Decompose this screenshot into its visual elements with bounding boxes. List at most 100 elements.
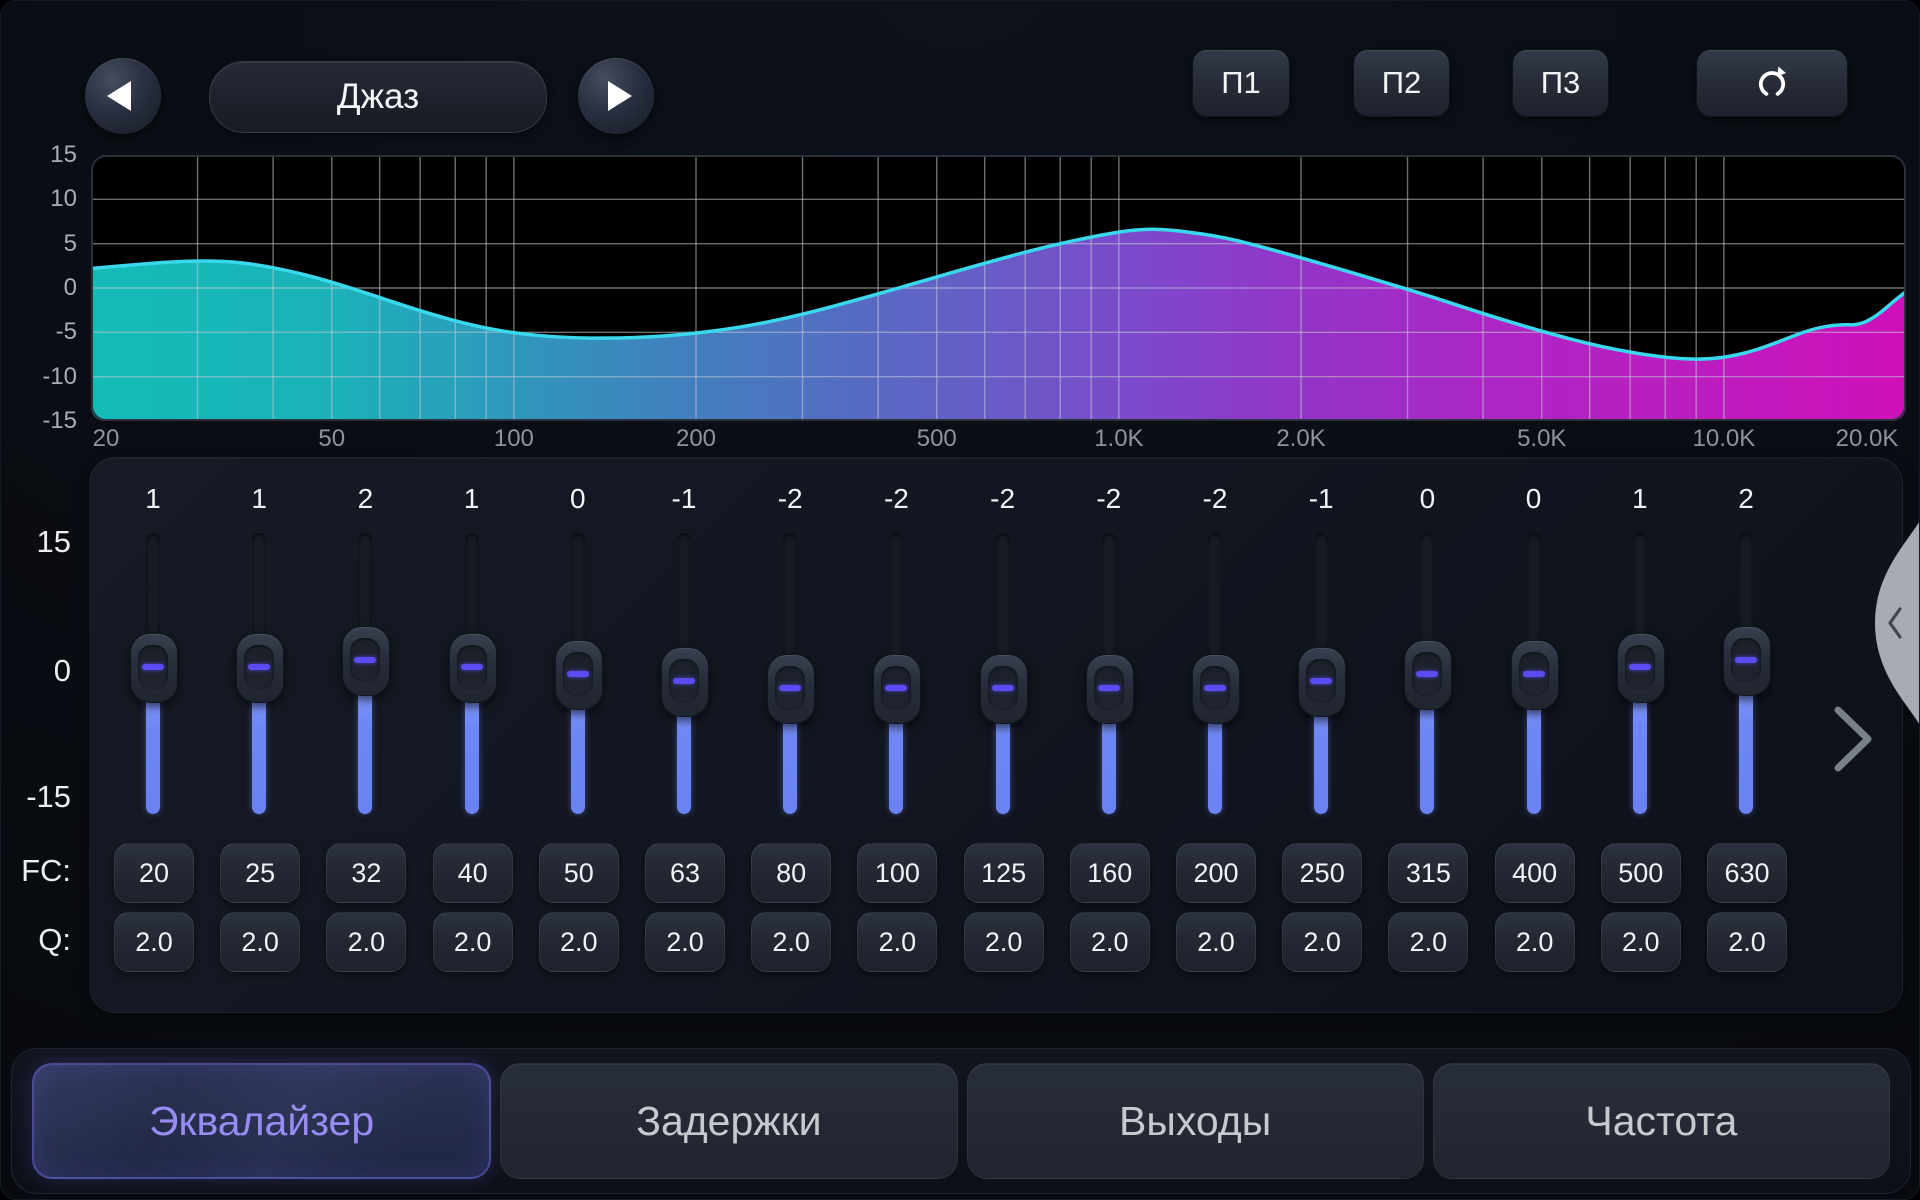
preset-name-button[interactable]: Джаз xyxy=(209,61,547,133)
band-gain-value: 1 xyxy=(111,483,195,515)
band-slider-thumb[interactable] xyxy=(767,654,815,724)
tab-equalizer[interactable]: Эквалайзер xyxy=(32,1063,491,1179)
memory-preset-2-button[interactable]: П2 xyxy=(1353,49,1450,117)
band-q-button[interactable]: 2.0 xyxy=(1282,912,1362,972)
preset-prev-button[interactable] xyxy=(85,58,161,134)
band-slider-thumb-dash-icon xyxy=(354,657,376,663)
band-fc-button[interactable]: 125 xyxy=(964,843,1044,903)
gain-scale-zero-label: 0 xyxy=(1,653,71,689)
band-slider-thumb[interactable] xyxy=(236,633,284,703)
x-axis-tick-label: 20.0K xyxy=(1812,425,1920,453)
band-q-button[interactable]: 2.0 xyxy=(326,912,406,972)
band-slider-thumb[interactable] xyxy=(1404,640,1452,710)
band-slider-thumb[interactable] xyxy=(1617,633,1665,703)
band-q-button[interactable]: 2.0 xyxy=(751,912,831,972)
tab-frequency[interactable]: Частота xyxy=(1433,1063,1890,1179)
band-slider-thumb-dash-icon xyxy=(992,685,1014,691)
y-axis-tick-label: 0 xyxy=(9,274,77,302)
band-gain-value: 0 xyxy=(536,483,620,515)
band-fc-button[interactable]: 20 xyxy=(114,843,194,903)
band-slider-thumb[interactable] xyxy=(449,633,497,703)
band-gain-value: -2 xyxy=(1067,483,1151,515)
memory-preset-2-label: П2 xyxy=(1382,65,1422,101)
preset-next-button[interactable] xyxy=(578,58,654,134)
band-gain-value: 0 xyxy=(1492,483,1576,515)
band-q-button[interactable]: 2.0 xyxy=(1070,912,1150,972)
band-slider-thumb[interactable] xyxy=(1511,640,1559,710)
band-q-button[interactable]: 2.0 xyxy=(964,912,1044,972)
band-q-button[interactable]: 2.0 xyxy=(220,912,300,972)
band-slider-thumb-dash-icon xyxy=(567,671,589,677)
y-axis-tick-label: -10 xyxy=(9,363,77,391)
band-slider-thumb-dash-icon xyxy=(1523,671,1545,677)
x-axis-tick-label: 50 xyxy=(277,425,387,453)
band-fc-button[interactable]: 400 xyxy=(1495,843,1575,903)
gain-scale-max-label: 15 xyxy=(1,524,71,560)
band-gain-value: 0 xyxy=(1385,483,1469,515)
side-panel-handle-shape xyxy=(1875,519,1920,727)
x-axis-tick-label: 100 xyxy=(459,425,569,453)
tab-delays[interactable]: Задержки xyxy=(500,1063,957,1179)
band-slider-thumb-dash-icon xyxy=(1310,678,1332,684)
band-q-button[interactable]: 2.0 xyxy=(1388,912,1468,972)
preset-name-label: Джаз xyxy=(337,77,419,117)
x-axis-tick-label: 200 xyxy=(641,425,751,453)
equalizer-screen: Джаз П1 П2 П3 151050-5-10-15 20501002005… xyxy=(0,0,1920,1200)
band-slider-thumb[interactable] xyxy=(342,626,390,696)
band-q-button[interactable]: 2.0 xyxy=(1176,912,1256,972)
band-fc-button[interactable]: 500 xyxy=(1601,843,1681,903)
band-fc-button[interactable]: 50 xyxy=(539,843,619,903)
memory-preset-1-button[interactable]: П1 xyxy=(1192,49,1290,117)
band-fc-button[interactable]: 100 xyxy=(857,843,937,903)
band-slider-thumb[interactable] xyxy=(661,647,709,717)
band-fc-button[interactable]: 40 xyxy=(433,843,513,903)
band-q-button[interactable]: 2.0 xyxy=(433,912,513,972)
chevron-right-icon xyxy=(1838,710,1868,768)
x-axis-tick-label: 20 xyxy=(51,425,161,453)
band-fc-button[interactable]: 250 xyxy=(1282,843,1362,903)
band-slider-thumb[interactable] xyxy=(130,633,178,703)
memory-preset-3-button[interactable]: П3 xyxy=(1512,49,1609,117)
band-fc-button[interactable]: 315 xyxy=(1388,843,1468,903)
band-gain-value: 2 xyxy=(1704,483,1788,515)
band-fc-button[interactable]: 630 xyxy=(1707,843,1787,903)
bottom-tab-bar: ЭквалайзерЗадержкиВыходыЧастота xyxy=(11,1048,1911,1194)
band-slider-thumb[interactable] xyxy=(555,640,603,710)
band-slider-thumb[interactable] xyxy=(980,654,1028,724)
side-panel-handle[interactable] xyxy=(1869,519,1920,727)
frequency-response-graph xyxy=(91,155,1906,421)
band-q-button[interactable]: 2.0 xyxy=(539,912,619,972)
band-slider-thumb[interactable] xyxy=(873,654,921,724)
band-gain-value: 1 xyxy=(1598,483,1682,515)
band-fc-button[interactable]: 160 xyxy=(1070,843,1150,903)
band-slider-thumb-dash-icon xyxy=(885,685,907,691)
band-q-button[interactable]: 2.0 xyxy=(1707,912,1787,972)
x-axis-tick-label: 1.0K xyxy=(1064,425,1174,453)
refresh-circular-arrow-icon xyxy=(1753,64,1791,102)
band-fc-button[interactable]: 63 xyxy=(645,843,725,903)
band-fc-button[interactable]: 200 xyxy=(1176,843,1256,903)
band-fc-button[interactable]: 80 xyxy=(751,843,831,903)
band-gain-value: -2 xyxy=(1173,483,1257,515)
band-q-button[interactable]: 2.0 xyxy=(857,912,937,972)
band-slider-thumb[interactable] xyxy=(1298,647,1346,717)
reset-button[interactable] xyxy=(1696,49,1848,117)
band-gain-value: -1 xyxy=(1279,483,1363,515)
band-q-button[interactable]: 2.0 xyxy=(114,912,194,972)
y-axis-tick-label: -5 xyxy=(9,318,77,346)
band-slider-thumb[interactable] xyxy=(1723,626,1771,696)
band-q-button[interactable]: 2.0 xyxy=(1495,912,1575,972)
band-q-button[interactable]: 2.0 xyxy=(1601,912,1681,972)
band-q-button[interactable]: 2.0 xyxy=(645,912,725,972)
band-slider-thumb[interactable] xyxy=(1086,654,1134,724)
x-axis-tick-label: 2.0K xyxy=(1246,425,1356,453)
band-slider-thumb-dash-icon xyxy=(673,678,695,684)
tab-outputs[interactable]: Выходы xyxy=(967,1063,1424,1179)
triangle-right-icon xyxy=(608,81,632,111)
band-fc-button[interactable]: 32 xyxy=(326,843,406,903)
memory-preset-1-label: П1 xyxy=(1221,65,1261,101)
band-fc-button[interactable]: 25 xyxy=(220,843,300,903)
band-slider-thumb[interactable] xyxy=(1192,654,1240,724)
band-slider-thumb-dash-icon xyxy=(1416,671,1438,677)
x-axis-tick-label: 500 xyxy=(882,425,992,453)
